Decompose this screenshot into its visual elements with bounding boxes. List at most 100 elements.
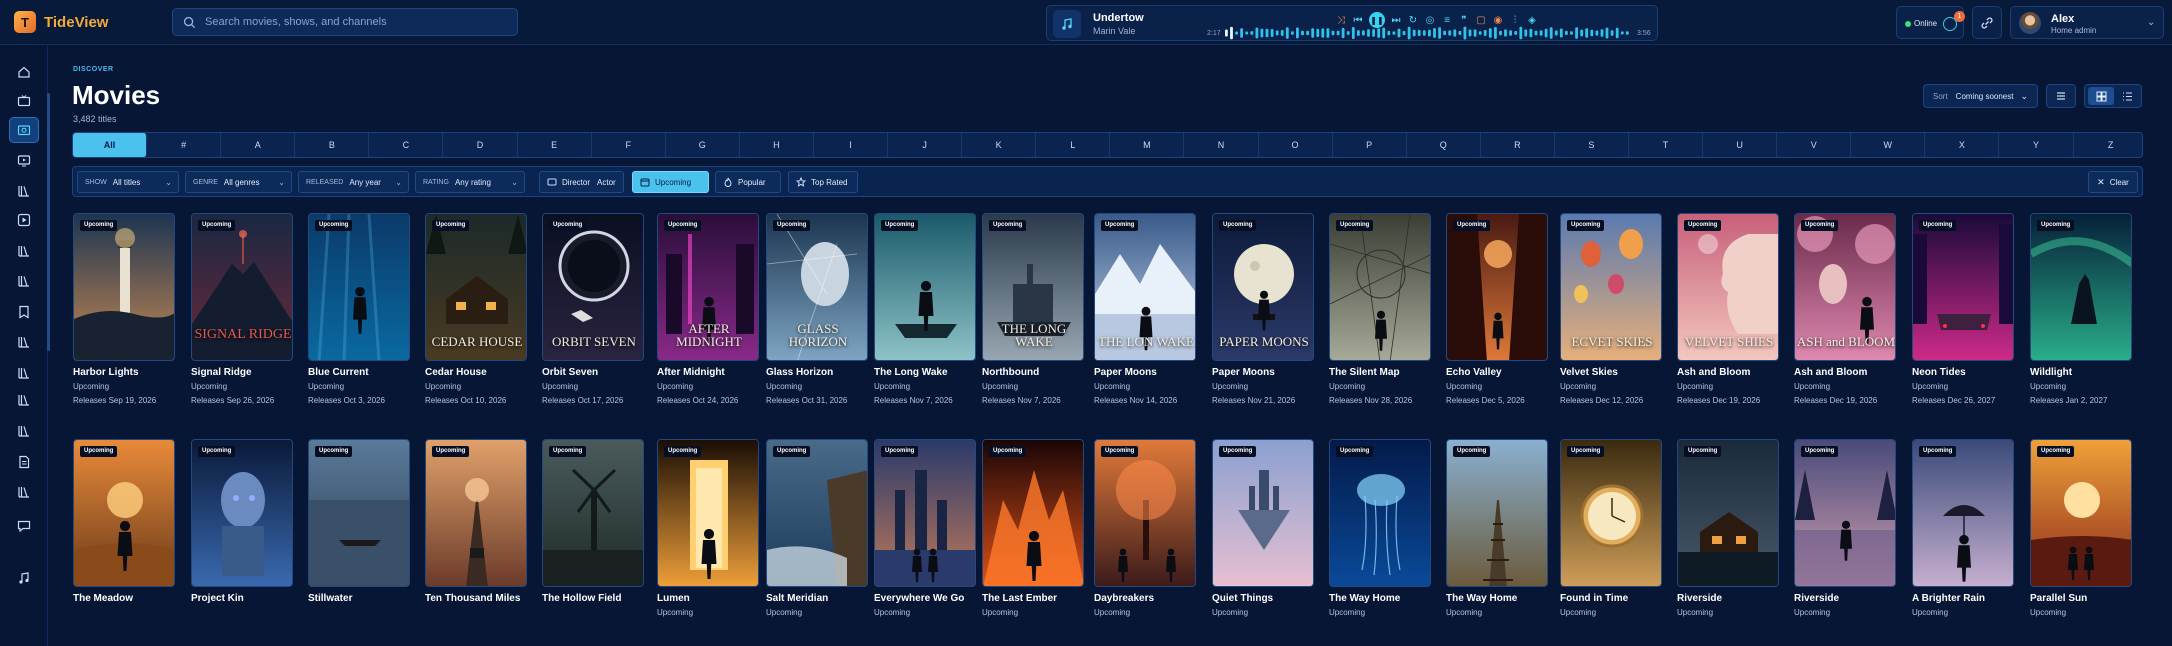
- movie-card[interactable]: Upcoming Neon Tides Upcoming Releases Dec 2…: [1912, 213, 2014, 405]
- movie-card[interactable]: Upcoming The Long Wake Upcoming Releases No…: [874, 213, 976, 405]
- movie-title[interactable]: Northbound: [982, 367, 1084, 378]
- movie-title[interactable]: Salt Meridian: [766, 593, 868, 604]
- movie-poster[interactable]: Upcoming: [73, 439, 175, 587]
- alpha-m[interactable]: M: [1110, 133, 1185, 157]
- movie-title[interactable]: Ten Thousand Miles: [425, 593, 527, 604]
- sidebar-item-library[interactable]: [9, 329, 39, 355]
- movie-card[interactable]: Upcoming AFTER MIDNIGHT After Midnight Upco…: [657, 213, 759, 405]
- movie-title[interactable]: The Silent Map: [1329, 367, 1431, 378]
- movie-card[interactable]: Upcoming Found in Time Upcoming: [1560, 439, 1662, 617]
- show-filter[interactable]: SHOW All titles ⌄: [77, 171, 179, 193]
- user-menu[interactable]: Alex Home admin ⌄: [2010, 6, 2164, 39]
- movie-title[interactable]: Ash and Bloom: [1794, 367, 1896, 378]
- movie-poster[interactable]: Upcoming: [73, 213, 175, 361]
- movie-poster[interactable]: Upcoming: [874, 439, 976, 587]
- sidebar-item-bookmark[interactable]: [9, 299, 39, 325]
- list-view-button[interactable]: [2114, 87, 2140, 105]
- movie-card[interactable]: Upcoming Salt Meridian Upcoming: [766, 439, 868, 617]
- alpha-p[interactable]: P: [1333, 133, 1407, 157]
- movie-title[interactable]: The Way Home: [1329, 593, 1431, 604]
- sidebar-scrollbar[interactable]: [47, 93, 50, 351]
- sidebar-item-shows[interactable]: [9, 148, 39, 174]
- queue-icon[interactable]: ≡: [1441, 14, 1453, 26]
- movie-card[interactable]: Upcoming ORBIT SEVEN Orbit Seven Upcoming Re…: [542, 213, 644, 405]
- movie-title[interactable]: Paper Moons: [1212, 367, 1314, 378]
- movie-poster[interactable]: Upcoming: [1560, 439, 1662, 587]
- sidebar-item-library[interactable]: [9, 268, 39, 294]
- movie-poster[interactable]: Upcoming: [766, 439, 868, 587]
- alpha-t[interactable]: T: [1629, 133, 1704, 157]
- clear-filters-button[interactable]: ✕ Clear: [2088, 171, 2138, 193]
- alpha-z[interactable]: Z: [2074, 133, 2148, 157]
- movie-poster[interactable]: Upcoming ASH and BLOOM: [1794, 213, 1896, 361]
- actor-label[interactable]: Actor: [597, 178, 616, 187]
- movie-card[interactable]: Upcoming VELVET SHIES Ash and Bloom Upcomin…: [1677, 213, 1779, 405]
- movie-card[interactable]: Upcoming Ten Thousand Miles: [425, 439, 527, 604]
- movie-title[interactable]: Paper Moons: [1094, 367, 1196, 378]
- sidebar-item-library[interactable]: [9, 479, 39, 505]
- movie-card[interactable]: Upcoming CEDAR HOUSE Cedar House Upcoming Re…: [425, 213, 527, 405]
- alpha-c[interactable]: C: [369, 133, 444, 157]
- search-input[interactable]: [205, 16, 505, 28]
- movie-title[interactable]: The Way Home: [1446, 593, 1548, 604]
- movie-poster[interactable]: Upcoming: [308, 213, 410, 361]
- movie-poster[interactable]: Upcoming: [1329, 439, 1431, 587]
- filter-list-button[interactable]: [2046, 84, 2076, 108]
- movie-poster[interactable]: Upcoming THE LON WAKE: [1094, 213, 1196, 361]
- previous-icon[interactable]: ⏮: [1352, 14, 1364, 26]
- movie-title[interactable]: The Long Wake: [874, 367, 976, 378]
- movie-card[interactable]: Upcoming Wildlight Upcoming Releases Jan 2,…: [2030, 213, 2132, 405]
- stop-icon[interactable]: ▢: [1475, 14, 1487, 26]
- movie-poster[interactable]: Upcoming: [1329, 213, 1431, 361]
- radio-icon[interactable]: ◎: [1424, 14, 1436, 26]
- person-filter[interactable]: Director Actor: [539, 171, 624, 193]
- connection-status[interactable]: Online 1: [1896, 6, 1965, 39]
- movie-poster[interactable]: Upcoming: [1446, 439, 1548, 587]
- movie-card[interactable]: Upcoming Riverside Upcoming: [1794, 439, 1896, 617]
- movie-card[interactable]: Upcoming ASH and BLOOM Ash and Bloom Upcomi…: [1794, 213, 1896, 405]
- movie-poster[interactable]: Upcoming: [542, 439, 644, 587]
- alpha-y[interactable]: Y: [1999, 133, 2074, 157]
- movie-title[interactable]: Riverside: [1677, 593, 1779, 604]
- movie-card[interactable]: Upcoming Quiet Things Upcoming: [1212, 439, 1314, 617]
- sidebar-item-tv[interactable]: [9, 88, 39, 114]
- movie-title[interactable]: Orbit Seven: [542, 367, 644, 378]
- movie-poster[interactable]: Upcoming: [982, 439, 1084, 587]
- movie-card[interactable]: Upcoming The Silent Map Upcoming Releases N…: [1329, 213, 1431, 405]
- movie-card[interactable]: Upcoming Daybreakers Upcoming: [1094, 439, 1196, 617]
- movie-poster[interactable]: Upcoming: [1094, 439, 1196, 587]
- movie-poster[interactable]: Upcoming CEDAR HOUSE: [425, 213, 527, 361]
- movie-poster[interactable]: Upcoming PAPER MOONS: [1212, 213, 1314, 361]
- sidebar-item-play-box[interactable]: [9, 207, 39, 233]
- movie-title[interactable]: Ash and Bloom: [1677, 367, 1779, 378]
- movie-card[interactable]: Upcoming The Hollow Field: [542, 439, 644, 604]
- movie-title[interactable]: Glass Horizon: [766, 367, 868, 378]
- alpha-e[interactable]: E: [518, 133, 592, 157]
- movie-title[interactable]: Everywhere We Go: [874, 593, 976, 604]
- sidebar-item-chat[interactable]: [9, 513, 39, 539]
- movie-poster[interactable]: Upcoming: [1912, 439, 2014, 587]
- lyrics-icon[interactable]: ❞: [1458, 14, 1470, 26]
- genre-filter[interactable]: GENRE All genres ⌄: [185, 171, 292, 193]
- movie-card[interactable]: Upcoming THE LONG WAKE Northbound Upcoming R…: [982, 213, 1084, 405]
- movie-card[interactable]: Upcoming PAPER MOONS Paper Moons Upcoming Re…: [1212, 213, 1314, 405]
- movie-title[interactable]: Riverside: [1794, 593, 1896, 604]
- movie-card[interactable]: Upcoming Blue Current Upcoming Releases Oct…: [308, 213, 410, 405]
- movie-card[interactable]: Upcoming Stillwater: [308, 439, 410, 604]
- movie-poster[interactable]: Upcoming: [657, 439, 759, 587]
- record-icon[interactable]: ◉: [1492, 14, 1504, 26]
- alpha-i[interactable]: I: [814, 133, 889, 157]
- rating-filter[interactable]: RATING Any rating ⌄: [415, 171, 525, 193]
- waveform-seek-bar[interactable]: [1225, 26, 1631, 40]
- movie-title[interactable]: Daybreakers: [1094, 593, 1196, 604]
- movie-title[interactable]: Wildlight: [2030, 367, 2132, 378]
- movie-title[interactable]: Signal Ridge: [191, 367, 293, 378]
- top-rated-filter-chip[interactable]: Top Rated: [788, 171, 858, 193]
- movie-poster[interactable]: Upcoming ORBIT SEVEN: [542, 213, 644, 361]
- alpha-u[interactable]: U: [1703, 133, 1778, 157]
- movie-poster[interactable]: Upcoming: [2030, 439, 2132, 587]
- volume-icon[interactable]: ◈: [1526, 14, 1538, 26]
- alpha-all[interactable]: All: [73, 133, 148, 157]
- sidebar-item-library[interactable]: [9, 178, 39, 204]
- movie-title[interactable]: After Midnight: [657, 367, 759, 378]
